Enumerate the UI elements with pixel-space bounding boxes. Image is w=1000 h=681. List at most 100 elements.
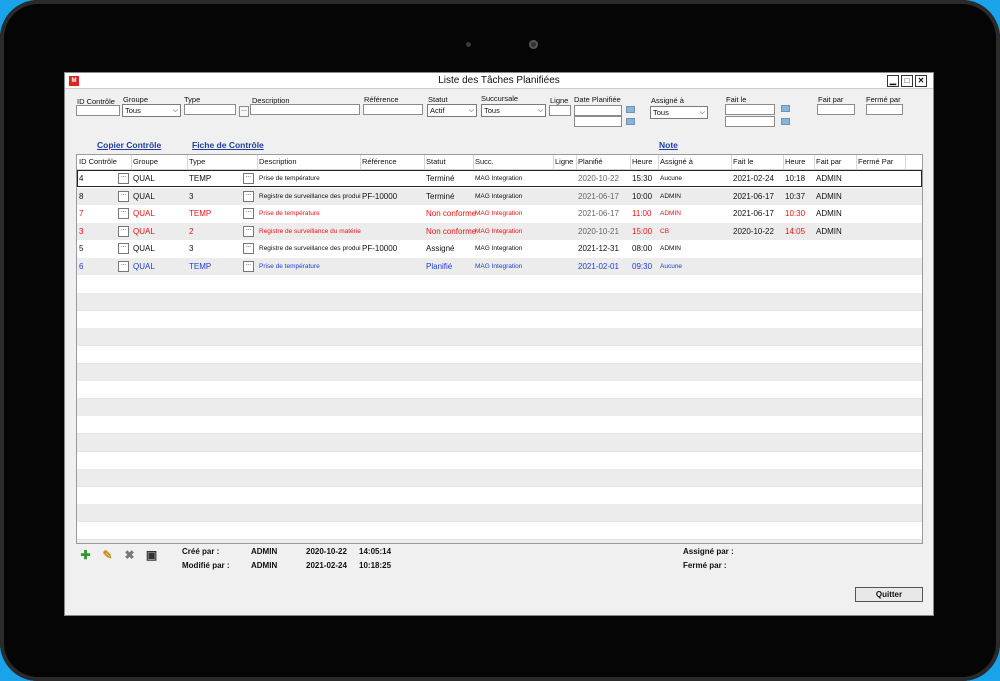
edit-icon[interactable]: ✎ (101, 549, 114, 562)
quitter-button[interactable]: Quitter (855, 587, 923, 602)
grid-header-separator[interactable] (731, 155, 732, 169)
calendar-icon[interactable] (626, 118, 635, 125)
filter-description-input[interactable] (250, 104, 360, 115)
delete-icon[interactable]: ✖ (123, 549, 136, 562)
table-row[interactable]: 7 QUAL TEMP Prise de température Non conform… (77, 205, 922, 223)
grid-header-cell[interactable]: Fait le (733, 157, 753, 166)
grid-header-cell[interactable]: Statut (426, 157, 446, 166)
row-browse-button[interactable]: ... (118, 243, 129, 255)
calendar-icon[interactable] (626, 106, 635, 113)
grid-header-cell[interactable]: Heure (632, 157, 652, 166)
cell-description: Registre de surveillance des produi (259, 245, 361, 253)
filter-statut-value: Actif (430, 106, 445, 115)
grid-header-separator[interactable] (424, 155, 425, 169)
filter-ligne-label: Ligne (550, 96, 569, 105)
grid-header-cell[interactable]: Groupe (133, 157, 158, 166)
close-button[interactable]: ✕ (915, 75, 927, 87)
fiche-controle-link[interactable]: Fiche de Contrôle (192, 140, 264, 150)
note-link[interactable]: Note (659, 140, 678, 150)
filter-groupe-select[interactable]: Tous ⌵ (122, 104, 181, 117)
table-row[interactable]: 5 QUAL 3 Registre de surveillance des produ… (77, 240, 922, 258)
cree-par-time: 14:05:14 (359, 547, 392, 556)
row-description-button[interactable]: ... (243, 208, 254, 220)
grid-header-cell[interactable]: Succ. (475, 157, 494, 166)
copier-controle-link[interactable]: Copier Contrôle (97, 140, 161, 150)
cell-id: 7 (79, 209, 84, 219)
table-row[interactable]: 3 QUAL 2 Registre de surveillance du matéri… (77, 222, 922, 240)
filter-type-input[interactable] (184, 104, 236, 115)
row-browse-button[interactable]: ... (118, 173, 129, 184)
filter-succursale-select[interactable]: Tous ⌵ (481, 104, 546, 117)
grid-header-separator[interactable] (553, 155, 554, 169)
row-description-button[interactable]: ... (243, 190, 254, 202)
grid-header-cell[interactable]: Heure (785, 157, 805, 166)
cell-heure2: 10:30 (785, 209, 806, 219)
cell-heure: 15:30 (632, 174, 653, 183)
table-row[interactable]: 6 QUAL TEMP Prise de température Planifié MAG… (77, 258, 922, 275)
cell-assigne: ADMIN (660, 245, 681, 253)
grid-header-separator[interactable] (360, 155, 361, 169)
cell-heure: 09:30 (632, 262, 653, 271)
app-window: M Liste des Tâches Planifiées ▁ □ ✕ ID C… (64, 72, 934, 616)
modifie-par-label: Modifié par : (182, 561, 230, 570)
filter-ferme-par-input[interactable] (866, 104, 903, 115)
filter-statut-select[interactable]: Actif ⌵ (427, 104, 477, 117)
grid-header-separator[interactable] (131, 155, 132, 169)
grid-header-separator[interactable] (814, 155, 815, 169)
row-browse-button[interactable]: ... (118, 225, 129, 237)
filter-id-input[interactable] (76, 105, 120, 116)
calendar-icon[interactable] (781, 105, 790, 112)
grid-header-separator[interactable] (905, 155, 906, 169)
grid-header-separator[interactable] (576, 155, 577, 169)
row-description-button[interactable]: ... (243, 225, 254, 237)
cell-planifie: 2021-06-17 (578, 191, 619, 201)
row-browse-button[interactable]: ... (118, 261, 129, 272)
grid-header-separator[interactable] (473, 155, 474, 169)
cell-statut: Terminé (426, 174, 455, 183)
grid-header-cell[interactable]: Assigné à (660, 157, 693, 166)
grid-header-cell[interactable]: ID Contrôle (79, 157, 117, 166)
filter-date-from-input[interactable] (574, 105, 622, 116)
cell-heure: 11:00 (632, 209, 652, 219)
filter-description-browse-button[interactable]: ... (239, 106, 249, 117)
camera-sensor (466, 42, 471, 47)
grid-header-cell[interactable]: Référence (362, 157, 397, 166)
calendar-icon[interactable] (781, 118, 790, 125)
grid-header-cell[interactable]: Description (259, 157, 297, 166)
minimize-button[interactable]: ▁ (887, 75, 899, 87)
filter-ligne-input[interactable] (549, 105, 571, 116)
row-description-button[interactable]: ... (243, 173, 254, 184)
grid-header-separator[interactable] (257, 155, 258, 169)
grid-header-cell[interactable]: Fermé Par (858, 157, 893, 166)
maximize-button[interactable]: □ (901, 75, 913, 87)
table-row[interactable]: 4 QUAL TEMP Prise de température Terminé MAG … (77, 170, 922, 187)
filter-fait-le-from-input[interactable] (725, 104, 775, 115)
filter-fait-par-input[interactable] (817, 104, 855, 115)
add-icon[interactable]: ✚ (79, 549, 92, 562)
filter-date-to-input[interactable] (574, 116, 622, 127)
row-browse-button[interactable]: ... (118, 208, 129, 220)
cell-groupe: QUAL (133, 209, 155, 219)
grid-header-cell[interactable]: Type (189, 157, 205, 166)
cell-succ: MAG Integration (475, 245, 523, 253)
table-row[interactable]: 8 QUAL 3 Registre de surveillance des produ… (77, 187, 922, 205)
filter-fait-le-to-input[interactable] (725, 116, 775, 127)
row-browse-button[interactable]: ... (118, 190, 129, 202)
row-description-button[interactable]: ... (243, 243, 254, 255)
chevron-down-icon: ⌵ (172, 107, 178, 114)
grid-header-separator[interactable] (658, 155, 659, 169)
grid-header-separator[interactable] (783, 155, 784, 169)
modifie-par-time: 10:18:25 (359, 561, 392, 570)
grid-header-separator[interactable] (187, 155, 188, 169)
row-description-button[interactable]: ... (243, 261, 254, 272)
grid-header-cell[interactable]: Planifié (578, 157, 603, 166)
grid-header-separator[interactable] (856, 155, 857, 169)
grid-header-cell[interactable]: Ligne (555, 157, 573, 166)
grid-header-cell[interactable]: Fait par (816, 157, 841, 166)
filter-reference-input[interactable] (363, 104, 423, 115)
grid-header-separator[interactable] (630, 155, 631, 169)
empty-row (77, 346, 922, 364)
filter-assigne-select[interactable]: Tous ⌵ (650, 106, 708, 119)
cell-statut: Terminé (426, 191, 455, 201)
save-icon[interactable]: ▣ (145, 549, 158, 562)
